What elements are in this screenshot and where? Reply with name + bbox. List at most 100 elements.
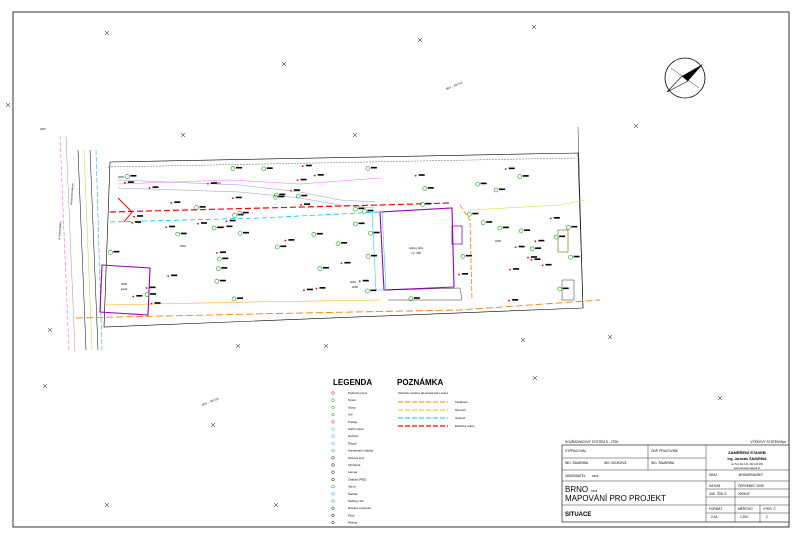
note-water: Vodovod	[455, 416, 466, 420]
survey-point	[175, 231, 187, 237]
tb-vykres-value: 2	[766, 515, 768, 519]
legend-label: Hranice pozemku	[348, 506, 372, 510]
survey-point	[549, 217, 560, 220]
grid-cross	[323, 343, 329, 349]
legend-symbol	[331, 492, 335, 496]
legend-item: Hydrant	[331, 434, 359, 438]
gas-line	[104, 299, 381, 306]
survey-point	[211, 225, 224, 231]
survey-point	[300, 203, 311, 206]
legend-item: Keř	[331, 413, 354, 417]
survey-point	[131, 221, 142, 224]
legend-item: Šachta	[331, 491, 358, 496]
survey-point	[237, 231, 249, 236]
legend-symbol	[331, 413, 335, 417]
legend-items: Podrobný bod Strom Sloup Keř Poklop Uliční vp…	[331, 391, 374, 525]
legend-label: Podrobný bod	[348, 391, 367, 395]
legend-symbol	[331, 477, 335, 481]
survey-point	[358, 279, 369, 283]
survey-point	[509, 268, 520, 271]
survey-point	[231, 296, 244, 302]
tb-company-4: www.zamereni-staveb.cz	[734, 467, 761, 470]
legend-symbol	[331, 456, 335, 460]
grid-cross	[273, 502, 279, 508]
tb-company-2: Ing. Jaroslav ŠAVARINA	[728, 456, 767, 461]
legend-label: Hydrant	[348, 434, 359, 438]
road-edge-gray	[65, 135, 76, 353]
tb-city: BRNO	[565, 485, 588, 494]
survey-point	[296, 178, 307, 182]
road-label-2: místní komunikace	[69, 183, 75, 205]
tb-odp-label: ODP. PRACOVNÍK	[651, 449, 679, 453]
tb-zak-label: ZAK. ČÍSLO	[709, 491, 727, 496]
survey-point	[217, 256, 229, 262]
legend-label: Značka (PBZ)	[348, 477, 367, 481]
main-building-number: č.p. 258	[411, 251, 421, 255]
survey-point	[231, 196, 242, 200]
parcel-4009: 4009	[118, 175, 124, 179]
gas-line-east	[459, 204, 473, 301]
legend-symbol	[331, 513, 335, 517]
tb-zak-value: 2005/29	[738, 492, 750, 496]
grid-cross	[531, 24, 537, 30]
survey-point	[165, 225, 176, 229]
legend-label: Pěšina	[348, 521, 358, 525]
survey-point	[225, 219, 236, 223]
survey-point	[215, 266, 228, 271]
tb-company-3: tel. 541 211 131, 602 123 456	[731, 463, 763, 466]
survey-point	[145, 286, 156, 289]
tb-vykres-label: VÝKR. Č.	[763, 506, 777, 511]
main-building-stairs	[385, 287, 463, 301]
grid-cross	[417, 37, 423, 43]
survey-point	[365, 166, 377, 171]
survey-point	[335, 241, 348, 246]
legend-item: Pěšina	[331, 521, 358, 525]
legend-label: Šoupě	[348, 440, 357, 445]
survey-point	[108, 250, 120, 255]
survey-point	[133, 215, 144, 218]
grid-cross	[42, 383, 48, 389]
survey-point	[553, 234, 566, 240]
legend-label: Keř	[348, 413, 354, 417]
electric-connection	[117, 197, 133, 223]
tb-company-1: ZAMĚŘENÍ STAVEB	[728, 450, 766, 455]
road-curb-1	[77, 149, 87, 351]
legend-label: Obrubník	[348, 463, 361, 467]
survey-point	[480, 220, 493, 225]
survey-point	[303, 288, 313, 292]
parcel-4007: 4007	[40, 127, 46, 131]
tb-objednatel-value: xxxx	[592, 474, 599, 478]
legend-symbol	[331, 398, 335, 402]
garage-parcel: 4008	[121, 282, 127, 286]
fence-north	[107, 157, 577, 168]
survey-point	[284, 239, 295, 242]
road-label-1: ul. Komenského	[57, 221, 62, 240]
survey-point	[150, 302, 161, 305]
note-gas: Plynovod	[455, 408, 466, 412]
notes-heading: POZNÁMKA	[397, 378, 443, 387]
survey-point	[534, 239, 545, 243]
survey-point	[301, 164, 312, 168]
grid-cross	[520, 337, 526, 343]
main-building-label: rodinný dům	[409, 246, 423, 250]
grid-cross	[180, 132, 186, 138]
survey-point	[458, 273, 469, 276]
survey-point	[132, 294, 143, 298]
survey-point	[197, 222, 207, 225]
tb-odp-name: ING. ŠAVARINA	[651, 460, 675, 465]
survey-point	[514, 245, 525, 249]
survey-point	[230, 166, 242, 171]
survey-point	[261, 166, 273, 172]
legend-symbol	[331, 420, 335, 424]
survey-point	[504, 167, 515, 170]
tb-datum-value: ČERVENEC 2005	[738, 483, 764, 488]
height-system: VÝŠKOVÝ SYSTÉM Bpv	[750, 439, 786, 444]
legend-label: Lampa	[348, 470, 358, 474]
coord-label-1: 4821 .. 430 010	[445, 80, 464, 91]
site-plan: rodinný dům č.p. 258 4008 garáž 4002 400…	[5, 24, 723, 508]
survey-point	[529, 246, 542, 252]
survey-point	[460, 254, 472, 259]
shed-2	[561, 279, 575, 301]
survey-point	[518, 228, 531, 234]
legend-label: Sloup	[348, 405, 356, 409]
